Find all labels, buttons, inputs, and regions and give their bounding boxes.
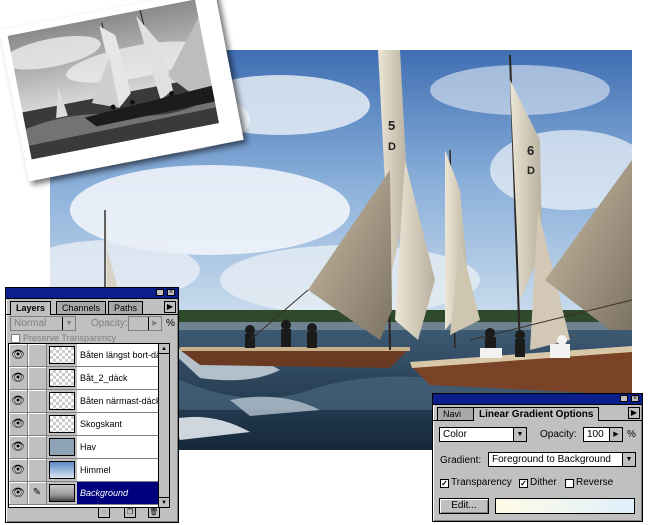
close-button[interactable]: × [167,289,175,296]
gradient-preview [495,498,635,514]
svg-text:D: D [388,141,396,153]
eye-icon[interactable]: 👁 [9,436,28,458]
layer-name: Båt_2_däck [77,367,169,389]
layer-name: Hav [77,436,169,458]
layer-mask-icon[interactable]: ◌ [98,507,110,518]
layer-name: Background [77,482,169,504]
preserve-transparency-label: Preserve Transparency [23,333,117,343]
gradient-opacity-label: Opacity: [540,429,577,440]
layer-link-cell[interactable] [28,436,47,458]
eye-icon[interactable]: 👁 [9,367,28,389]
minimize-button[interactable] [620,395,628,402]
eye-icon[interactable]: 👁 [9,344,28,366]
layer-thumbnail [49,438,75,456]
close-button[interactable]: × [631,395,639,402]
tab-paths[interactable]: Paths [108,301,144,314]
layer-link-cell[interactable] [28,367,47,389]
transparency-checkbox[interactable]: ✓ [440,479,449,488]
layer-row[interactable]: 👁 Skogskant [9,413,169,436]
bw-photo-illustration [7,0,220,160]
opacity-slider-arrow-icon: ▶ [609,428,622,441]
layer-name: Båten närmast-däck [77,390,169,412]
svg-text:5: 5 [388,118,395,133]
opacity-unit: % [166,318,175,329]
scroll-up-icon[interactable]: ▲ [159,344,169,354]
trash-icon[interactable]: 🗑 [148,507,160,518]
dither-label: Dither [530,477,557,488]
layer-row-selected[interactable]: 👁 ✎ Background [9,482,169,505]
layer-list-scrollbar[interactable]: ▲ ▼ [158,344,169,507]
layer-opacity-field[interactable]: ▶ [128,316,162,331]
layer-link-cell[interactable] [28,390,47,412]
chevron-down-icon: ▼ [622,453,635,466]
paintbrush-icon[interactable]: ✎ [28,482,47,504]
dither-checkbox[interactable]: ✓ [519,479,528,488]
eye-icon[interactable]: 👁 [9,482,28,504]
layers-bottom-bar: ◌ ❐ 🗑 [8,506,168,520]
layer-row[interactable]: 👁 Himmel [9,459,169,482]
reverse-label: Reverse [576,477,614,488]
gradient-opacity-field[interactable]: 100 ▶ [583,427,623,442]
layer-thumbnail [49,461,75,479]
chevron-down-icon: ▼ [513,428,526,441]
layer-thumbnail [49,484,75,502]
layer-row[interactable]: 👁 Båten längst bort-däck [9,344,169,367]
layers-palette-tabs: Layers Channels Paths ▶ [6,299,178,315]
layer-name: Båten längst bort-däck [77,344,169,366]
transparency-label: Transparency [451,477,512,488]
edit-gradient-button[interactable]: Edit... [439,498,489,514]
layer-link-cell[interactable] [28,413,47,435]
layer-link-cell[interactable] [28,459,47,481]
gradient-type-dropdown[interactable]: Foreground to Background ▼ [488,452,636,467]
tab-layers[interactable]: Layers [10,301,52,315]
new-layer-icon[interactable]: ❐ [124,507,136,518]
svg-text:D: D [527,165,535,177]
layer-link-cell[interactable] [28,344,47,366]
blend-mode-value: Normal [14,318,47,329]
palette-menu-arrow-icon[interactable]: ▶ [164,301,176,313]
gradient-palette-tabs: Navi Linear Gradient Options ▶ [433,405,642,421]
gradient-opacity-unit: % [627,429,636,440]
minimize-button[interactable] [156,289,164,296]
tab-channels[interactable]: Channels [56,301,107,314]
layers-palette: × Layers Channels Paths ▶ Normal ▼ Opaci… [5,287,179,523]
opacity-slider-arrow-icon: ▶ [148,317,161,330]
reverse-checkbox[interactable] [565,479,574,488]
tab-linear-gradient-options[interactable]: Linear Gradient Options [473,407,600,421]
layer-thumbnail [49,415,75,433]
opacity-label: Opacity: [91,318,128,329]
gradient-mode-dropdown[interactable]: Color ▼ [439,427,527,442]
layer-row[interactable]: 👁 Hav [9,436,169,459]
eye-icon[interactable]: 👁 [9,459,28,481]
layer-name: Himmel [77,459,169,481]
layer-row[interactable]: 👁 Båt_2_däck [9,367,169,390]
eye-icon[interactable]: 👁 [9,390,28,412]
tab-navigator[interactable]: Navi [437,407,477,420]
gradient-type-value: Foreground to Background [492,454,611,465]
gradient-opacity-value: 100 [587,429,604,440]
layer-thumbnail [49,346,75,364]
layer-thumbnail [49,369,75,387]
gradient-mode-value: Color [443,429,467,440]
eye-icon[interactable]: 👁 [9,413,28,435]
gradient-label: Gradient: [440,455,482,466]
preserve-transparency-checkbox[interactable] [11,334,20,343]
layer-list: 👁 Båten längst bort-däck 👁 Båt_2_däck 👁 … [8,343,170,508]
blend-mode-dropdown[interactable]: Normal ▼ [10,316,76,331]
layer-thumbnail [49,392,75,410]
gradient-palette-titlebar[interactable]: × [433,394,642,405]
layer-name: Skogskant [77,413,169,435]
gradient-options-palette: × Navi Linear Gradient Options ▶ Color ▼… [432,393,643,522]
palette-menu-arrow-icon[interactable]: ▶ [628,407,640,419]
layers-palette-titlebar[interactable]: × [6,288,178,299]
layer-row[interactable]: 👁 Båten närmast-däck [9,390,169,413]
svg-text:6: 6 [527,143,534,158]
chevron-down-icon: ▼ [62,317,75,330]
